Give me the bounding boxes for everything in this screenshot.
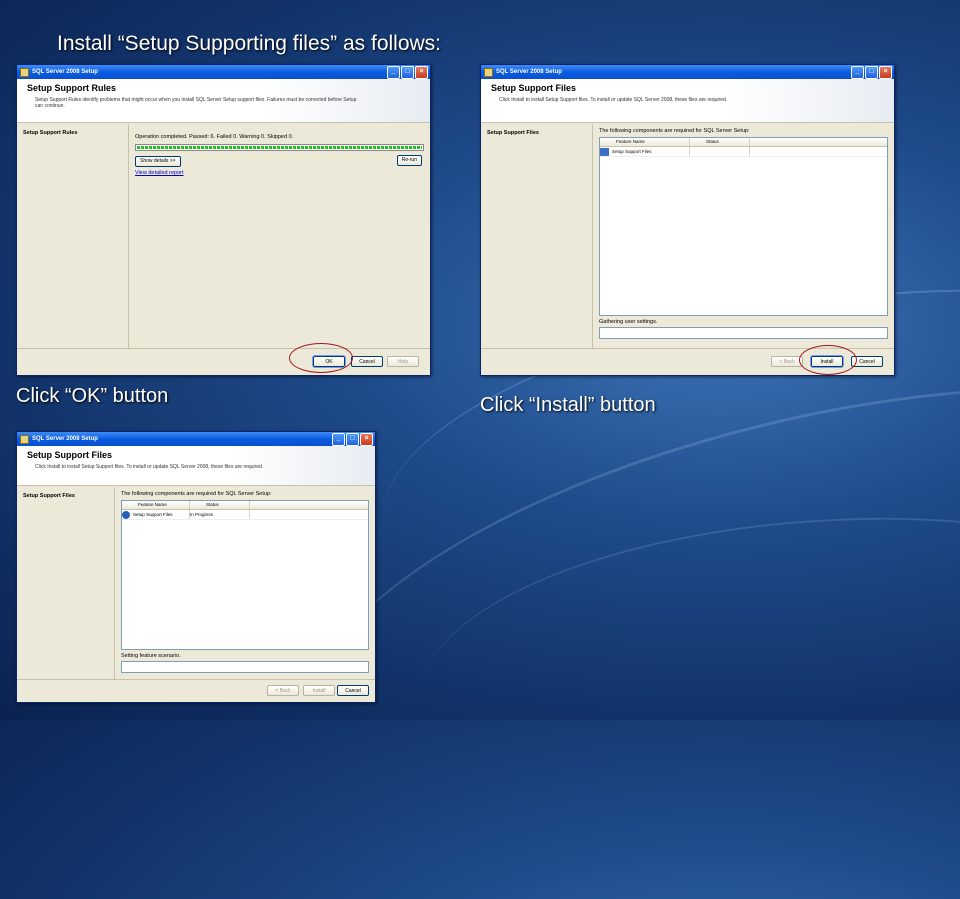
column-header-feature[interactable]: Feature Name (600, 138, 690, 146)
page-title: Setup Support Rules (27, 83, 117, 93)
window-title: SQL Server 2008 Setup (32, 69, 98, 75)
page-title: Setup Support Files (27, 450, 113, 460)
page-title: Setup Support Files (491, 83, 577, 93)
window-title: SQL Server 2008 Setup (32, 436, 98, 442)
sidebar-item-setup-support-files[interactable]: Setup Support Files (481, 124, 593, 349)
sql-setup-icon (20, 434, 29, 444)
window-titlebar[interactable]: SQL Server 2008 Setup _ □ × (17, 432, 375, 446)
progress-bar (121, 661, 369, 673)
sql-setup-icon (20, 67, 29, 77)
cancel-button[interactable]: Cancel (337, 685, 369, 696)
progress-status-text: Gathering user settings. (599, 319, 658, 325)
feature-name: Setup Support Files (612, 149, 652, 154)
button-bar: < Back Install Cancel (17, 679, 375, 702)
window-title: SQL Server 2008 Setup (496, 69, 562, 75)
cancel-button[interactable]: Cancel (351, 356, 383, 367)
sidebar-item-setup-support-rules[interactable]: Setup Support Rules (17, 124, 129, 349)
feature-name: Setup Support Files (133, 512, 173, 517)
caption-click-install: Click “Install” button (480, 394, 656, 416)
background-swoosh (410, 492, 960, 850)
minimize-icon[interactable]: _ (332, 433, 345, 446)
close-icon[interactable]: × (879, 66, 892, 79)
main-panel: The following components are required fo… (115, 487, 375, 680)
components-table: Feature Name Status Setup Support Files (599, 137, 888, 316)
progress-bar (599, 327, 888, 339)
progress-fill (137, 146, 422, 149)
feature-status (690, 147, 750, 156)
rerun-button[interactable]: Re-run (396, 155, 422, 166)
close-icon[interactable]: × (360, 433, 373, 446)
page-description: Setup Support Rules identify problems th… (35, 97, 357, 109)
in-progress-icon (122, 510, 130, 519)
sql-setup-icon (484, 67, 493, 77)
maximize-icon[interactable]: □ (346, 433, 359, 446)
page-header: Setup Support Rules Setup Support Rules … (17, 79, 430, 123)
install-button[interactable]: Install (810, 355, 844, 368)
minimize-icon[interactable]: _ (851, 66, 864, 79)
sidebar-item-setup-support-files[interactable]: Setup Support Files (17, 487, 115, 680)
column-header-status[interactable]: Status (690, 138, 750, 146)
help-button[interactable]: Help (387, 356, 419, 367)
main-panel: Operation completed. Passed: 6. Failed 0… (129, 124, 430, 349)
install-button[interactable]: Install (303, 685, 335, 696)
operation-status: Operation completed. Passed: 6. Failed 0… (135, 134, 294, 140)
slide-title: Install “Setup Supporting files” as foll… (57, 32, 442, 55)
components-table: Feature Name Status Setup Support Files … (121, 500, 369, 650)
cancel-button[interactable]: Cancel (851, 356, 883, 367)
setup-files-window: SQL Server 2008 Setup _ □ × Setup Suppor… (480, 64, 895, 376)
component-icon (600, 147, 609, 156)
page-header: Setup Support Files Click Install to ins… (17, 446, 375, 486)
window-titlebar[interactable]: SQL Server 2008 Setup _ □ × (17, 65, 430, 79)
table-row[interactable]: Setup Support Files (600, 147, 887, 157)
button-bar: < Back Install Cancel (481, 348, 894, 375)
page-description: Click Install to install Setup Support f… (35, 464, 264, 470)
view-detailed-report-link[interactable]: View detailed report (135, 170, 424, 176)
progress-status-text: Setting feature scenario. (121, 653, 181, 659)
main-panel: The following components are required fo… (593, 124, 894, 349)
button-bar: OK Cancel Help (17, 348, 430, 375)
caption-click-ok: Click “OK” button (16, 385, 169, 407)
components-label: The following components are required fo… (121, 491, 272, 497)
page-header: Setup Support Files Click Install to ins… (481, 79, 894, 123)
window-titlebar[interactable]: SQL Server 2008 Setup _ □ × (481, 65, 894, 79)
setup-rules-window: SQL Server 2008 Setup _ □ × Setup Suppor… (16, 64, 431, 376)
maximize-icon[interactable]: □ (865, 66, 878, 79)
column-header-status[interactable]: Status (190, 501, 250, 509)
close-icon[interactable]: × (415, 66, 428, 79)
back-button[interactable]: < Back (771, 356, 803, 367)
back-button[interactable]: < Back (267, 685, 299, 696)
column-header-feature[interactable]: Feature Name (122, 501, 190, 509)
page-description: Click Install to install Setup Support f… (499, 97, 728, 103)
setup-files-progress-window: SQL Server 2008 Setup _ □ × Setup Suppor… (16, 431, 376, 703)
minimize-icon[interactable]: _ (387, 66, 400, 79)
components-label: The following components are required fo… (599, 128, 750, 134)
feature-status: In Progress (190, 510, 250, 519)
progress-bar (135, 144, 424, 151)
maximize-icon[interactable]: □ (401, 66, 414, 79)
show-details-button[interactable]: Show details >> (135, 156, 181, 167)
table-row[interactable]: Setup Support Files In Progress (122, 510, 368, 520)
ok-button[interactable]: OK (312, 355, 346, 368)
